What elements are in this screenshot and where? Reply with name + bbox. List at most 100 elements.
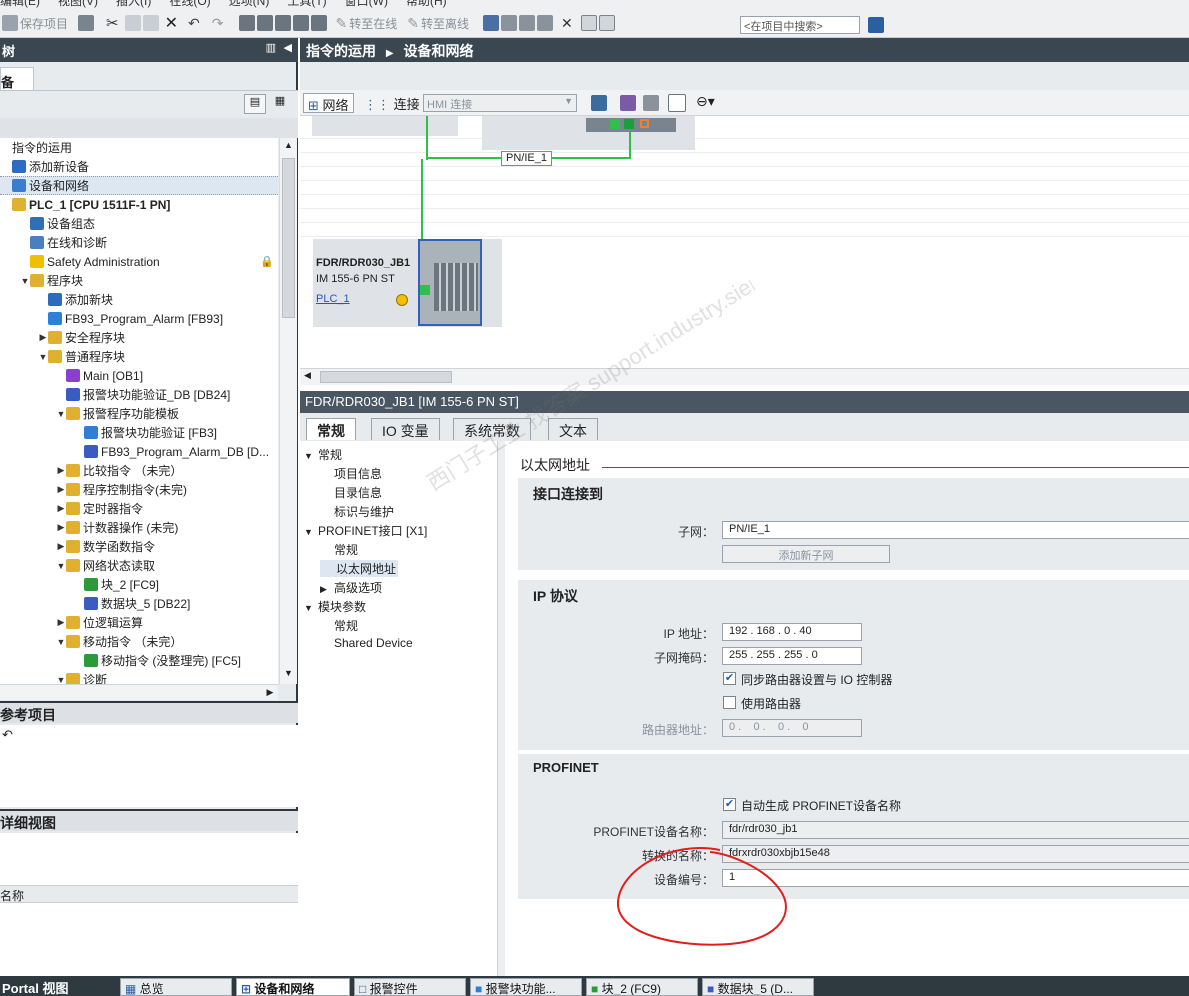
device-module-selected[interactable] (418, 239, 482, 326)
open-reference-icon[interactable]: ↶ (2, 727, 13, 743)
network-view-icon[interactable] (620, 95, 636, 111)
delete-icon[interactable]: ✕ (165, 13, 178, 33)
tree-item[interactable]: Main [OB1] (0, 366, 278, 385)
menu-tools[interactable]: 工具(T) (287, 0, 326, 8)
tree-item[interactable]: PLC_1 [CPU 1511F-1 PN] (0, 195, 278, 214)
menu-view[interactable]: 视图(V) (58, 0, 98, 8)
tree-item[interactable]: 设备组态 (0, 214, 278, 233)
tree-item[interactable]: ▼ 报警程序功能模板 (0, 404, 278, 423)
collapsed-arrow-icon[interactable]: ▶ (56, 541, 66, 552)
menu-options[interactable]: 选项(N) (229, 0, 270, 8)
tree-item[interactable]: ▶ 计数器操作 (未完) (0, 518, 278, 537)
tree-item[interactable]: Safety Administration 🔒 (0, 252, 278, 271)
expanded-arrow-icon[interactable]: ▼ (56, 675, 66, 685)
download-icon[interactable] (257, 15, 274, 31)
menu-window[interactable]: 窗口(W) (345, 0, 388, 8)
nav-item[interactable]: 以太网地址 (320, 560, 399, 577)
detail-view-header[interactable]: 详细视图 (0, 809, 298, 831)
portal-view-button[interactable]: Portal 视图 (2, 978, 68, 996)
menu-help[interactable]: 帮助(H) (406, 0, 447, 8)
tree-view-icon[interactable]: ▤ (244, 94, 266, 114)
tab-system-constants[interactable]: 系统常数 (453, 418, 531, 440)
collapsed-arrow-icon[interactable]: ▶ (56, 522, 66, 533)
scroll-down-icon[interactable]: ▼ (282, 668, 295, 682)
collapsed-arrow-icon[interactable]: ▶ (38, 332, 48, 343)
scroll-up-icon[interactable]: ▲ (282, 140, 295, 154)
tree-item[interactable]: ▶ 数学函数指令 (0, 537, 278, 556)
nav-item[interactable]: ▼ PROFINET接口 [X1] (304, 522, 427, 539)
tree-item[interactable]: 数据块_5 [DB22] (0, 594, 278, 613)
taskbar-datablock5[interactable]: ■ 数据块_5 (D... (702, 978, 814, 996)
simulation-icon[interactable] (293, 15, 310, 31)
tree-item[interactable]: ▼ 程序块 (0, 271, 278, 290)
tree-item[interactable]: ▶ 安全程序块 (0, 328, 278, 347)
save-icon[interactable] (2, 15, 18, 31)
collapsed-arrow-icon[interactable]: ▶ (56, 465, 66, 476)
use-router-checkbox[interactable] (723, 696, 736, 709)
plc-port2-icon[interactable] (624, 119, 634, 129)
save-project-button[interactable]: 保存项目 (20, 15, 68, 32)
show-addresses-icon[interactable] (591, 95, 607, 111)
overview-page-icon[interactable] (668, 94, 686, 112)
nav-item[interactable]: 常规 (320, 617, 358, 634)
go-offline-button[interactable]: 转至离线 (421, 15, 469, 32)
tree-item[interactable]: ▼ 移动指令 （未完） (0, 632, 278, 651)
tree-horizontal-scrollbar[interactable]: ▶ (0, 684, 278, 700)
start-cpu-icon[interactable] (518, 15, 535, 31)
tab-io-tags[interactable]: IO 变量 (371, 418, 440, 440)
cut-icon[interactable]: ✂ (106, 14, 119, 32)
device-block-left[interactable] (312, 116, 458, 136)
tree-item[interactable]: ▶ 比较指令 （未完） (0, 461, 278, 480)
tree-item[interactable]: ▶ 定时器指令 (0, 499, 278, 518)
collapsed-arrow-icon[interactable]: ▶ (56, 484, 66, 495)
go-offline-icon[interactable]: ✎ (407, 15, 419, 32)
plc-port-icon[interactable] (610, 119, 620, 129)
tree-item[interactable]: ▼ 诊断 (0, 670, 278, 684)
cross-reference-icon[interactable] (500, 15, 517, 31)
canvas-horizontal-scrollbar[interactable]: ◀ (300, 368, 1189, 385)
expanded-arrow-icon[interactable]: ▼ (56, 409, 66, 419)
tree-item[interactable]: FB93_Program_Alarm [FB93] (0, 309, 278, 328)
add-new-subnet-button[interactable]: 添加新子网 (722, 545, 890, 563)
undo-icon[interactable]: ↶ (188, 15, 200, 32)
nav-item[interactable]: ▼ 常规 (304, 446, 342, 463)
detail-name-column[interactable]: 名称 (0, 885, 298, 903)
menu-edit[interactable]: 编辑(E) (0, 0, 40, 8)
expanded-arrow-icon[interactable]: ▼ (304, 603, 318, 613)
close-split-icon[interactable]: ✕ (561, 15, 573, 32)
nav-item[interactable]: 标识与维护 (320, 503, 394, 520)
connections-button[interactable]: ⋮⋮ 连接 (364, 94, 420, 113)
inspector-splitter[interactable] (498, 441, 505, 976)
tree-item[interactable]: 报警块功能验证_DB [DB24] (0, 385, 278, 404)
taskbar-devices-networks[interactable]: ⊞ 设备和网络 (236, 978, 350, 996)
nav-item[interactable]: 目录信息 (320, 484, 382, 501)
breadcrumb-project[interactable]: 指令的运用 (306, 43, 376, 59)
tree-item[interactable]: 块_2 [FC9] (0, 575, 278, 594)
io-device-block[interactable]: FDR/RDR030_JB1 IM 155-6 PN ST PLC_1 (313, 239, 502, 327)
pn-name-input[interactable]: fdr/rdr030_jb1 (722, 821, 1189, 839)
tree-item[interactable]: ▼ 网络状态读取 (0, 556, 278, 575)
tree-item[interactable]: 指令的运用 (0, 138, 278, 157)
scroll-thumb[interactable] (282, 158, 295, 318)
tree-vertical-scrollbar[interactable]: ▲ ▼ (279, 138, 297, 684)
table-view-icon[interactable] (643, 95, 659, 111)
collapsed-arrow-icon[interactable]: ▶ (56, 617, 66, 628)
redo-icon[interactable]: ↷ (212, 15, 224, 32)
tree-item[interactable]: 在线和诊断 (0, 233, 278, 252)
menu-insert[interactable]: 插入(I) (116, 0, 151, 8)
project-search-input[interactable]: <在项目中搜索> (740, 16, 860, 34)
tree-item[interactable]: 设备和网络 (0, 176, 278, 195)
canvas-scroll-thumb[interactable] (320, 371, 452, 383)
expanded-arrow-icon[interactable]: ▼ (20, 276, 30, 286)
expanded-arrow-icon[interactable]: ▼ (56, 637, 66, 647)
tab-general[interactable]: 常规 (306, 418, 356, 440)
plc-device-block[interactable] (482, 116, 695, 150)
collapsed-arrow-icon[interactable]: ▶ (56, 503, 66, 514)
scroll-right-icon[interactable]: ▶ (262, 685, 278, 701)
nav-item[interactable]: 常规 (320, 541, 358, 558)
devices-tab[interactable]: 备 (0, 67, 34, 91)
pin-icon[interactable]: ▥ (266, 41, 276, 54)
tree-item[interactable]: 添加新块 (0, 290, 278, 309)
nav-item[interactable]: ▶ 高级选项 (320, 579, 382, 596)
tree-item[interactable]: 添加新设备 (0, 157, 278, 176)
